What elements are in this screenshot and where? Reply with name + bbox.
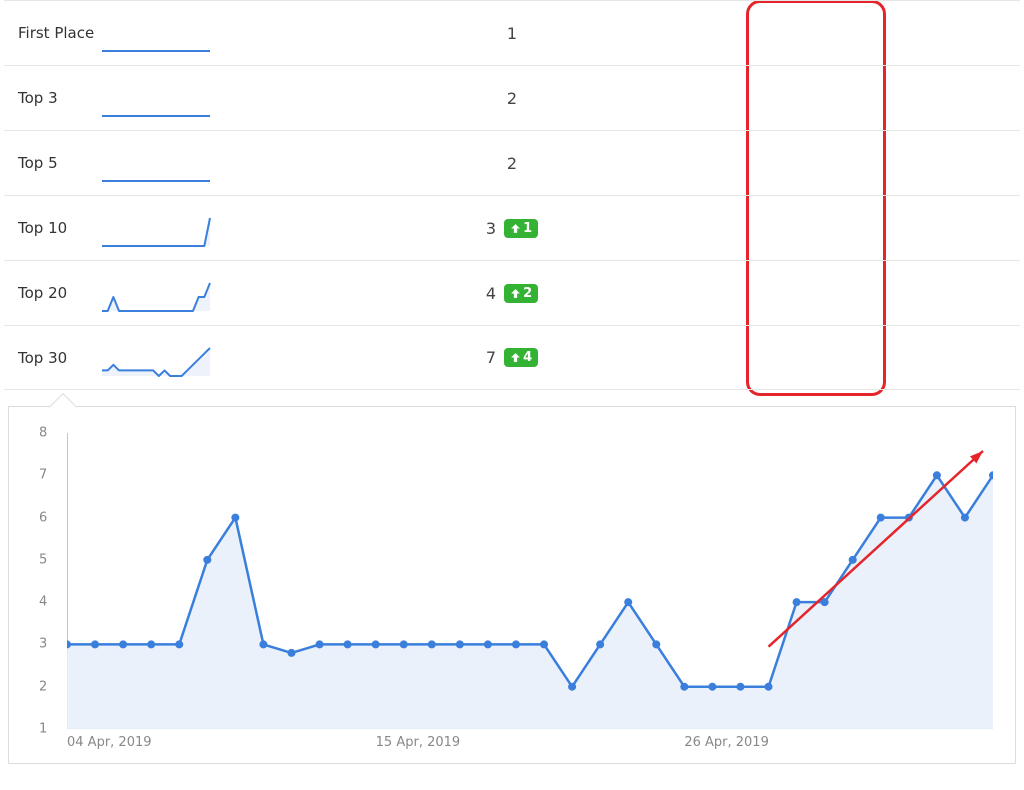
ranking-value: 1 [507,24,517,43]
arrow-up-icon [510,288,521,299]
ranking-value-cell: 2 [4,154,1020,173]
x-tick: 04 Apr, 2019 [67,735,152,750]
x-axis: 04 Apr, 2019 15 Apr, 2019 26 Apr, 2019 [67,735,993,753]
x-tick: 15 Apr, 2019 [376,735,461,750]
ranking-rows: First Place 1Top 3 2Top 5 2Top 10 31Top … [0,0,1024,390]
delta-value: 4 [523,350,532,365]
ranking-value: 2 [507,154,517,173]
ranking-row: Top 10 31 [4,195,1020,260]
ranking-row: Top 5 2 [4,130,1020,195]
y-tick: 4 [39,595,47,610]
arrow-up-icon [510,352,521,363]
delta-badge: 2 [504,284,538,303]
chart-svg [67,433,993,729]
y-tick: 3 [39,637,47,652]
ranking-value-cell: 1 [4,24,1020,43]
y-tick: 7 [39,468,47,483]
ranking-value: 2 [507,89,517,108]
ranking-row: Top 30 74 [4,325,1020,390]
ranking-value: 7 [486,348,496,367]
delta-value: 2 [523,286,532,301]
delta-value: 1 [523,221,532,236]
y-tick: 6 [39,510,47,525]
y-tick: 5 [39,552,47,567]
ranking-value: 3 [486,219,496,238]
y-tick: 1 [39,722,47,737]
x-tick: 26 Apr, 2019 [684,735,769,750]
ranking-row: First Place 1 [4,0,1020,65]
y-tick: 8 [39,426,47,441]
ranking-trend-chart: 12345678 04 Apr, 201915 Apr, 201926 Apr,… [67,433,993,729]
chart-card: 1 2 3 4 5 6 7 8 04 Apr, 2019 15 Apr, 2019 26 Apr,… [8,406,1016,764]
ranking-value-cell: 42 [4,284,1020,303]
ranking-value-cell: 31 [4,219,1020,238]
ranking-value: 4 [486,284,496,303]
card-notch [49,393,77,421]
ranking-value-cell: 74 [4,348,1020,367]
ranking-value-cell: 2 [4,89,1020,108]
ranking-row: Top 20 42 [4,260,1020,325]
delta-badge: 1 [504,219,538,238]
delta-badge: 4 [504,348,538,367]
y-tick: 2 [39,679,47,694]
arrow-up-icon [510,223,521,234]
ranking-row: Top 3 2 [4,65,1020,130]
